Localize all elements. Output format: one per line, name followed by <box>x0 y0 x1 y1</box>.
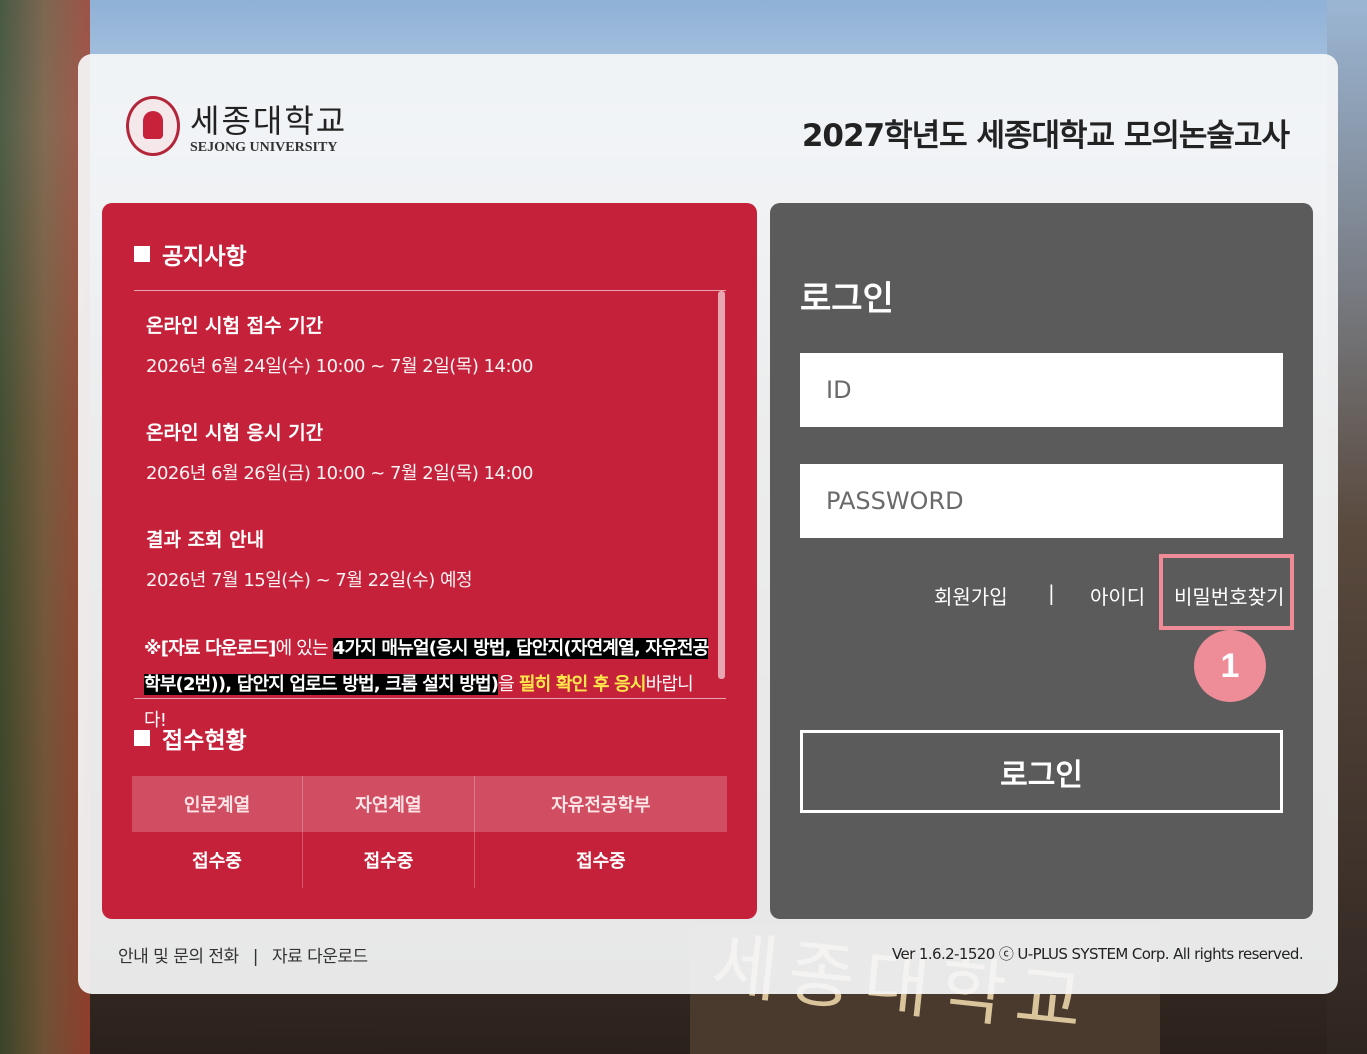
notice-heading: 공지사항 <box>134 237 247 271</box>
status-table: 인문계열 자연계열 자유전공학부 접수중 접수중 접수중 <box>132 776 727 888</box>
footer-separator: | <box>252 947 259 967</box>
notice-item: 온라인 시험 접수 기간 2026년 6월 24일(수) 10:00 ~ 7월 … <box>146 311 726 418</box>
note-text: 에 있는 <box>275 638 333 659</box>
square-bullet-icon <box>134 246 150 262</box>
status-heading: 접수현황 <box>134 721 247 755</box>
status-value-row: 접수중 접수중 접수중 <box>132 832 727 888</box>
notice-divider-bottom <box>134 698 726 699</box>
notice-item-title: 결과 조회 안내 <box>146 529 265 551</box>
status-column-header: 자연계열 <box>302 776 475 832</box>
status-value: 접수중 <box>302 832 475 888</box>
status-value: 접수중 <box>132 832 304 888</box>
notice-divider-top <box>134 290 726 291</box>
notice-heading-label: 공지사항 <box>162 244 247 270</box>
password-input[interactable] <box>800 464 1283 538</box>
notice-item-title: 온라인 시험 응시 기간 <box>146 422 324 444</box>
status-column-header: 인문계열 <box>132 776 304 832</box>
download-link[interactable]: 자료 다운로드 <box>272 947 368 967</box>
find-id-link[interactable]: 아이디 <box>1090 581 1145 610</box>
logo-korean-name: 세종대학교 <box>190 102 348 140</box>
square-bullet-icon <box>134 730 150 746</box>
note-emphasis: 필히 확인 후 응시 <box>518 674 647 695</box>
footer-version: Ver 1.6.2-1520 ⓒ U-PLUS SYSTEM Corp. All… <box>892 945 1304 963</box>
notice-item-date: 2026년 6월 26일(금) 10:00 ~ 7월 2일(목) 14:00 <box>146 463 533 484</box>
university-logo[interactable]: 세종대학교 SEJONG UNIVERSITY <box>126 96 356 162</box>
logo-english-name: SEJONG UNIVERSITY <box>190 140 338 155</box>
annotation-step-badge: 1 <box>1194 630 1266 702</box>
footer-links: 안내 및 문의 전화 | 자료 다운로드 <box>118 942 368 967</box>
status-header-row: 인문계열 자연계열 자유전공학부 <box>132 776 727 832</box>
note-text: 을 <box>498 674 519 695</box>
background-tree <box>0 0 90 1054</box>
notice-item: 온라인 시험 응시 기간 2026년 6월 26일(금) 10:00 ~ 7월 … <box>146 418 726 525</box>
login-title: 로그인 <box>800 279 894 319</box>
status-column-header: 자유전공학부 <box>474 776 727 832</box>
contact-link[interactable]: 안내 및 문의 전화 <box>118 947 239 967</box>
notice-item-date: 2026년 6월 24일(수) 10:00 ~ 7월 2일(목) 14:00 <box>146 356 533 377</box>
id-input[interactable] <box>800 353 1283 427</box>
notice-item-title: 온라인 시험 접수 기간 <box>146 315 324 337</box>
annotation-highlight-box <box>1159 554 1294 630</box>
notice-item-date: 2026년 7월 15일(수) ~ 7월 22일(수) 예정 <box>146 570 473 591</box>
status-value: 접수중 <box>576 851 626 872</box>
note-download-ref: ※[자료 다운로드] <box>144 638 276 659</box>
notice-card: 공지사항 온라인 시험 접수 기간 2026년 6월 24일(수) 10:00 … <box>102 203 757 919</box>
notice-list: 온라인 시험 접수 기간 2026년 6월 24일(수) 10:00 ~ 7월 … <box>146 311 726 632</box>
status-heading-label: 접수현황 <box>162 728 247 754</box>
university-emblem-icon <box>126 96 180 156</box>
link-separator: | <box>1048 581 1055 605</box>
page-title: 2027학년도 세종대학교 모의논술고사 <box>801 118 1290 154</box>
notice-item: 결과 조회 안내 2026년 7월 15일(수) ~ 7월 22일(수) 예정 <box>146 525 726 632</box>
signup-link[interactable]: 회원가입 <box>934 581 1008 610</box>
login-button[interactable]: 로그인 <box>800 730 1283 813</box>
